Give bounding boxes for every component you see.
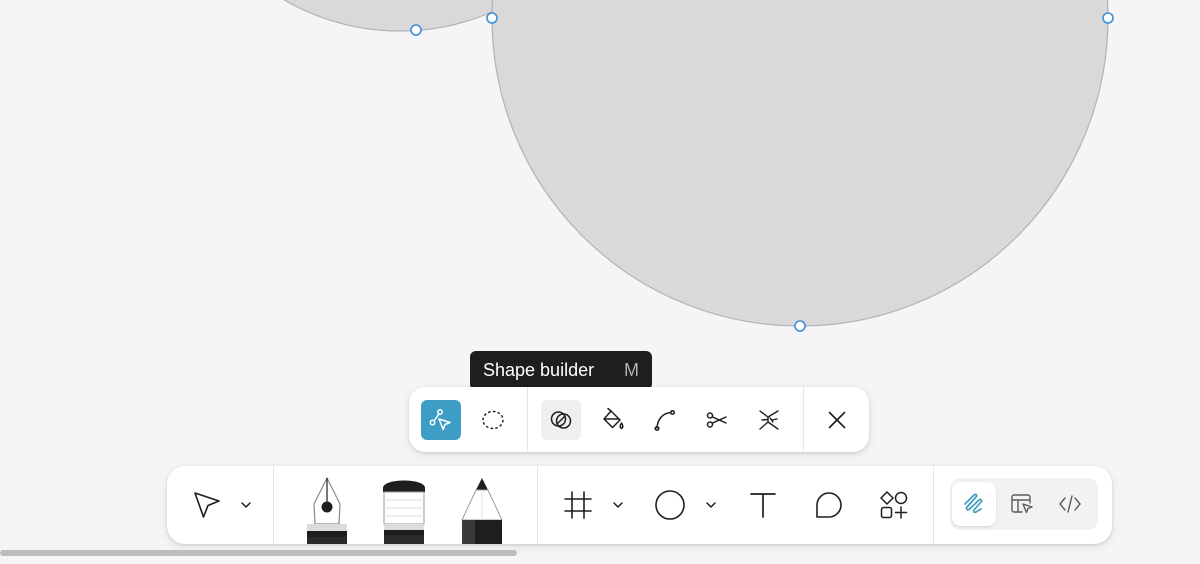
vector-network-tool-button[interactable] [749, 400, 789, 440]
design-mode-button[interactable] [1000, 482, 1044, 526]
lasso-icon [482, 410, 504, 430]
paint-bucket-tool-button[interactable] [593, 400, 633, 440]
draw-mode-button[interactable] [952, 482, 996, 526]
lasso-tool-button[interactable] [473, 400, 513, 440]
ellipse-tool-button[interactable] [649, 484, 691, 526]
tooltip-label: Shape builder [483, 360, 595, 380]
design-mode-icon [1011, 494, 1033, 514]
actions-tool-button[interactable] [873, 484, 915, 526]
comment-tool-button[interactable] [808, 484, 850, 526]
mode-switcher [950, 478, 1098, 530]
vector-edit-icon [429, 409, 451, 431]
vector-edit-tool-button[interactable] [421, 400, 461, 440]
shape-builder-icon [550, 411, 572, 429]
components-icon [880, 491, 908, 519]
pencil-tool-button[interactable] [459, 474, 505, 544]
vector-anchor-point[interactable] [794, 320, 806, 332]
vector-anchor-point[interactable] [1102, 12, 1114, 24]
vector-network-icon [759, 410, 779, 430]
bend-tool-button[interactable] [645, 400, 685, 440]
cut-tool-button[interactable] [697, 400, 737, 440]
move-tool-button[interactable] [187, 484, 227, 526]
move-tool-dropdown[interactable] [237, 494, 255, 516]
toolbar-divider [933, 466, 934, 544]
tooltip-shortcut: M [624, 360, 639, 380]
ellipse-tool-dropdown[interactable] [702, 494, 720, 516]
close-vector-edit-button[interactable] [817, 400, 857, 440]
frame-tool-dropdown[interactable] [609, 494, 627, 516]
move-arrow-icon [194, 492, 220, 518]
toolbar-divider [273, 466, 274, 544]
pen-nib-icon [307, 477, 347, 544]
ellipse-shape-right[interactable] [491, 0, 1109, 327]
toolbar-divider [537, 466, 538, 544]
toolbar-divider [803, 387, 804, 452]
close-icon [828, 411, 846, 429]
shape-builder-tool-button[interactable] [541, 400, 581, 440]
draw-mode-icon [964, 493, 983, 514]
chevron-down-icon [706, 502, 716, 508]
paint-bucket-icon [603, 407, 624, 430]
frame-icon [564, 491, 592, 519]
chevron-down-icon [241, 502, 251, 508]
chevron-down-icon [613, 502, 623, 508]
brush-tool-button[interactable] [380, 474, 428, 544]
shape-builder-tooltip: Shape builder M [470, 351, 652, 390]
toolbar-divider [527, 387, 528, 452]
text-icon [750, 493, 776, 518]
pen-tool-button[interactable] [300, 474, 354, 544]
cut-icon [706, 412, 727, 428]
horizontal-scrollbar[interactable] [0, 550, 517, 556]
ellipse-icon [655, 490, 685, 520]
dev-mode-icon [1059, 495, 1081, 513]
vector-edit-toolbar [409, 387, 869, 452]
comment-icon [816, 492, 842, 518]
pencil-icon [461, 478, 503, 544]
frame-tool-button[interactable] [557, 484, 599, 526]
bend-tool-icon [654, 409, 676, 432]
brush-icon [383, 480, 425, 544]
text-tool-button[interactable] [742, 484, 784, 526]
dev-mode-button[interactable] [1048, 482, 1092, 526]
main-toolbar [167, 466, 1112, 544]
vector-anchor-point[interactable] [410, 24, 422, 36]
vector-anchor-point[interactable] [486, 12, 498, 24]
